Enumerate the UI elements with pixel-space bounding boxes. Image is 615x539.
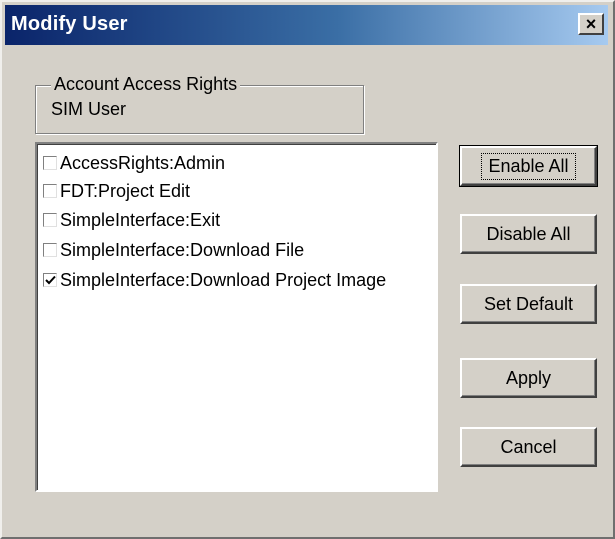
set-default-button[interactable]: Set Default — [460, 284, 597, 324]
checkbox[interactable] — [43, 213, 57, 227]
close-icon: × — [585, 14, 597, 34]
checkbox-checked[interactable] — [43, 273, 57, 287]
checkbox[interactable] — [43, 156, 57, 170]
checkbox[interactable] — [43, 184, 57, 198]
access-rights-list[interactable]: AccessRights:Admin FDT:Project Edit Simp… — [35, 142, 438, 492]
disable-all-label: Disable All — [486, 223, 571, 244]
enable-all-button[interactable]: Enable All — [459, 145, 598, 187]
checkmark-icon — [45, 275, 56, 285]
title-bar[interactable]: Modify User × — [5, 5, 608, 45]
cancel-label: Cancel — [500, 436, 557, 457]
list-item-simpleinterface-exit[interactable]: SimpleInterface:Exit — [43, 209, 220, 231]
list-item-fdt-project-edit[interactable]: FDT:Project Edit — [43, 180, 190, 202]
list-item-label: AccessRights:Admin — [60, 152, 226, 173]
list-item-label: FDT:Project Edit — [60, 180, 191, 201]
list-item-label: SimpleInterface:Download File — [60, 239, 305, 260]
set-default-label: Set Default — [483, 293, 574, 314]
close-button[interactable]: × — [578, 13, 604, 35]
list-item-label: SimpleInterface:Download Project Image — [60, 269, 387, 290]
dialog-title: Modify User — [11, 13, 128, 35]
account-name: SIM User — [51, 99, 127, 119]
group-legend: Account Access Rights — [51, 74, 241, 95]
list-item-simpleinterface-download-file[interactable]: SimpleInterface:Download File — [43, 239, 304, 261]
disable-all-button[interactable]: Disable All — [460, 214, 597, 254]
apply-label: Apply — [505, 367, 552, 388]
list-item-label: SimpleInterface:Exit — [60, 209, 221, 230]
list-item-simpleinterface-download-project-image[interactable]: SimpleInterface:Download Project Image — [43, 269, 386, 291]
apply-button[interactable]: Apply — [460, 358, 597, 398]
list-item-access-rights-admin[interactable]: AccessRights:Admin — [43, 152, 225, 174]
cancel-button[interactable]: Cancel — [460, 427, 597, 467]
modify-user-dialog: Modify User × Account Access Rights SIM … — [0, 0, 615, 539]
enable-all-label: Enable All — [481, 152, 576, 180]
account-access-rights-group: Account Access Rights SIM User — [35, 74, 364, 134]
checkbox[interactable] — [43, 243, 57, 257]
